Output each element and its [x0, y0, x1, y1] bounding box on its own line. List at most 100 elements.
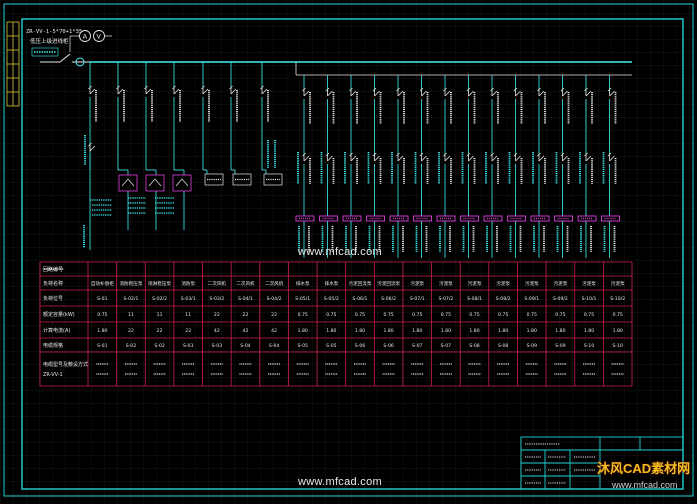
table-cell: S-06/2 — [381, 296, 396, 302]
table-cell: 22 — [157, 328, 163, 334]
table-cell: 二次风机 — [236, 280, 255, 287]
svg-text:A: A — [83, 33, 88, 41]
table-cell: S-03/2 — [209, 296, 224, 302]
table-cell: S-06 — [355, 343, 365, 349]
table-cell: S-09/2 — [553, 296, 568, 302]
table-cell: S-07 — [412, 343, 422, 349]
table-cell: S-09 — [555, 343, 565, 349]
table-cell: S-07 — [441, 343, 451, 349]
table-cell: 二次风机 — [265, 280, 284, 287]
table-cell: S-05/1 — [295, 296, 310, 302]
table-cell: S-02/1 — [124, 296, 139, 302]
table-cell: 二次风机 — [208, 280, 227, 287]
table-cell: 1.80 — [412, 328, 422, 334]
table-cell: 22 — [185, 328, 191, 334]
table-cell: S-09/1 — [524, 296, 539, 302]
table-cell: S-04/1 — [238, 296, 253, 302]
table-cell: S-02/2 — [152, 296, 167, 302]
table-cell: S-10 — [584, 343, 594, 349]
table-cell: 0.75 — [298, 312, 308, 318]
table-cell: S-05 — [326, 343, 336, 349]
table-cell: 1.80 — [469, 328, 479, 334]
table-cell: 0.75 — [441, 312, 451, 318]
header-line2: 低压上级进线柜 — [30, 37, 69, 45]
table-cell: 污泥泵 — [410, 280, 424, 287]
table-row-header: 负荷位号 — [43, 295, 63, 302]
table-cell: S-10/1 — [582, 296, 597, 302]
table-cell: S-08/2 — [496, 296, 511, 302]
table-cell: S-04/2 — [267, 296, 282, 302]
watermark-center: www.mfcad.com — [298, 246, 382, 258]
table-cell: 0.75 — [555, 312, 565, 318]
table-cell: 22 — [243, 312, 249, 318]
table-cell: 污泥回流泵 — [377, 280, 400, 287]
table-cell: 污泥回流泵 — [349, 280, 372, 287]
table-cell: 1.80 — [355, 328, 365, 334]
table-cell: 0.75 — [527, 312, 537, 318]
table-cell: 0.75 — [498, 312, 508, 318]
table-cell: S-03/1 — [181, 296, 196, 302]
table-cell: 污泥泵 — [439, 280, 453, 287]
table-cell: 消防泵 — [181, 280, 195, 287]
table-cell: S-06/1 — [353, 296, 368, 302]
table-cell: S-02 — [126, 343, 136, 349]
table-cell: 0.75 — [97, 312, 107, 318]
table-cell: 0.75 — [469, 312, 479, 318]
table-cell: 0.75 — [326, 312, 336, 318]
table-cell: 11 — [185, 312, 191, 318]
table-cell: S-05/2 — [324, 296, 339, 302]
table-cell: S-03 — [212, 343, 222, 349]
table-cell: 1.80 — [384, 328, 394, 334]
table-cell: 污泥泵 — [611, 280, 625, 287]
table-cell: 1.80 — [97, 328, 107, 334]
watermark-bottom: www.mfcad.com — [298, 476, 382, 488]
table-cell: S-07/2 — [438, 296, 453, 302]
table-cell: 排水泵 — [296, 280, 310, 287]
table-cell: S-04 — [240, 343, 250, 349]
table-cell: 消防稳压泵 — [119, 280, 142, 287]
table-cell: 0.75 — [584, 312, 594, 318]
table-cell: S-03 — [183, 343, 193, 349]
table-row-header: 额定容量(kW) — [43, 311, 75, 318]
watermark-logo-url: www.mfcad.com — [612, 480, 678, 490]
table-cell: 0.75 — [613, 312, 623, 318]
table-cell: 22 — [214, 312, 220, 318]
table-cell: 0.75 — [355, 312, 365, 318]
watermark-logo: 沐风CAD素材网 — [597, 461, 691, 476]
table-row-header: 负荷名称 — [43, 280, 63, 287]
table-cell: 污泥泵 — [554, 280, 568, 287]
table-row-header: 计算电流(A) — [43, 327, 70, 334]
table-row-header: 电缆型号及敷设方式 — [43, 361, 88, 368]
table-cell: 22 — [271, 312, 277, 318]
table-cell: S-08/1 — [467, 296, 482, 302]
table-cell: 0.75 — [384, 312, 394, 318]
table-cell: 42 — [271, 328, 277, 334]
table-row-header: 电缆规格 — [43, 342, 63, 349]
table-cell: 污泥泵 — [525, 280, 539, 287]
table-cell: S-06 — [383, 343, 393, 349]
table-cell: S-01 — [97, 343, 107, 349]
table-cell: S-04 — [269, 343, 279, 349]
table-cell: 1.80 — [584, 328, 594, 334]
table-cell: 0.75 — [412, 312, 422, 318]
table-cell: 11 — [128, 312, 134, 318]
table-cell: 1.80 — [441, 328, 451, 334]
table-cell: 排水泵 — [324, 280, 338, 287]
table-cell: 污泥泵 — [582, 280, 596, 287]
table-cell: 自动补偿柜 — [91, 280, 114, 287]
table-cell: 42 — [214, 328, 220, 334]
table-cell: S-07/1 — [410, 296, 425, 302]
table-cell: 污泥泵 — [468, 280, 482, 287]
table-cell: S-09 — [527, 343, 537, 349]
table-cell: S-10 — [612, 343, 622, 349]
table-cell: S-08 — [498, 343, 508, 349]
table-cell: S-02 — [154, 343, 164, 349]
table-cell: 1.80 — [298, 328, 308, 334]
table-cell: 1.80 — [326, 328, 336, 334]
table-cell: S-08 — [469, 343, 479, 349]
table-cell: 22 — [128, 328, 134, 334]
table-cell: S-01 — [97, 296, 107, 302]
table-cell: 1.80 — [498, 328, 508, 334]
table-cell: 11 — [157, 312, 163, 318]
table-cell: 喷淋稳压泵 — [148, 280, 171, 287]
